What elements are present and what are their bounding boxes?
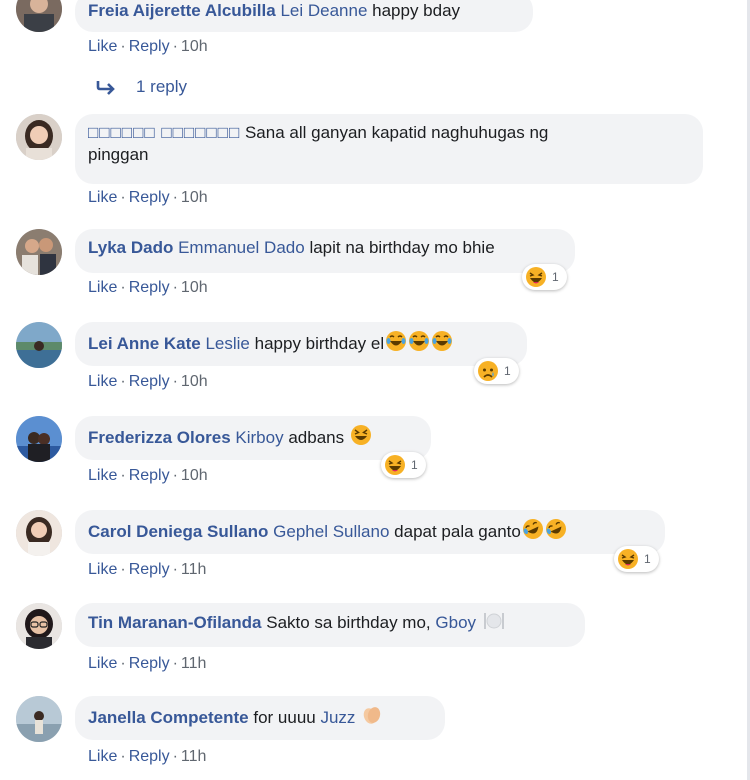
timestamp[interactable]: 10h [181, 279, 208, 297]
like-link[interactable]: Like [88, 38, 117, 56]
comment-bubble: □□□□□□ □□□□□□□ Sana all ganyan kapatid n… [75, 114, 703, 184]
timestamp[interactable]: 10h [181, 467, 208, 485]
comment-actions: Like · Reply · 10h [88, 373, 208, 391]
comment-actions: Like · Reply · 10h [88, 189, 208, 207]
comment-author[interactable]: Tin Maranan-Ofilanda [88, 613, 262, 632]
like-link[interactable]: Like [88, 748, 117, 766]
avatar[interactable] [16, 416, 62, 462]
comment-bubble: Lei Anne Kate Leslie happy birthday el [75, 322, 527, 366]
reply-link[interactable]: Reply [129, 655, 170, 673]
comment-text: happy bday [372, 1, 461, 20]
rofl-emoji [522, 519, 543, 539]
haha-icon [526, 267, 546, 287]
comment-mention[interactable]: Leslie [205, 334, 249, 353]
haha-icon [385, 455, 405, 475]
comment-actions: Like · Reply · 10h [88, 279, 208, 297]
timestamp[interactable]: 10h [181, 373, 208, 391]
squint-laugh-emoji [350, 425, 371, 445]
reaction-summary[interactable]: 1 [381, 452, 426, 478]
haha-icon [618, 549, 638, 569]
comment-bubble: Frederizza Olores Kirboy adbans [75, 416, 431, 460]
sad-icon [478, 361, 498, 381]
reply-link[interactable]: Reply [129, 561, 170, 579]
like-link[interactable]: Like [88, 655, 117, 673]
avatar[interactable] [16, 510, 62, 556]
joy-emoji [409, 331, 430, 351]
reply-link[interactable]: Reply [129, 748, 170, 766]
comment-actions: Like · Reply · 11h [88, 561, 207, 579]
reaction-count: 1 [552, 270, 559, 284]
avatar[interactable] [16, 603, 62, 649]
reaction-count: 1 [644, 552, 651, 566]
reply-link[interactable]: Reply [129, 467, 170, 485]
comment-text: adbans [288, 428, 345, 447]
rofl-emoji [545, 519, 566, 539]
comment-bubble: Lyka Dado Emmanuel Dado lapit na birthda… [75, 229, 575, 273]
reply-link[interactable]: Reply [129, 279, 170, 297]
clapping-hands-emoji [363, 707, 381, 724]
reaction-summary[interactable]: 1 [614, 546, 659, 572]
comment-text: for uuuu [253, 708, 316, 727]
comment-mention[interactable]: Gboy [435, 613, 476, 632]
avatar[interactable] [16, 696, 62, 742]
comment-actions: Like · Reply · 11h [88, 748, 207, 766]
reply-link[interactable]: Reply [129, 189, 170, 207]
timestamp[interactable]: 11h [181, 561, 207, 579]
comment-text: Sana all ganyan kapatid naghuhugas ng [244, 123, 549, 142]
comment-mention[interactable]: Juzz [320, 708, 355, 727]
like-link[interactable]: Like [88, 373, 117, 391]
comment-mention[interactable]: Kirboy [235, 428, 283, 447]
joy-emoji [432, 331, 453, 351]
timestamp[interactable]: 10h [181, 189, 208, 207]
reaction-count: 1 [504, 364, 511, 378]
like-link[interactable]: Like [88, 189, 117, 207]
comment-author[interactable]: Carol Deniega Sullano [88, 522, 268, 541]
comment-mention[interactable]: Emmanuel Dado [178, 238, 305, 257]
timestamp[interactable]: 10h [181, 38, 208, 56]
comment-bubble: Freia Aijerette Alcubilla Lei Deanne hap… [75, 0, 533, 32]
comment-author[interactable]: Lei Anne Kate [88, 334, 201, 353]
like-link[interactable]: Like [88, 279, 117, 297]
view-replies-link[interactable]: 1 reply [96, 77, 187, 97]
comment-text-continued: pinggan [88, 145, 149, 164]
joy-emoji [386, 331, 407, 351]
comment-mention[interactable]: Lei Deanne [280, 1, 367, 20]
comment-bubble: Tin Maranan-Ofilanda Sakto sa birthday m… [75, 603, 585, 647]
comment-actions: Like · Reply · 10h [88, 467, 208, 485]
reaction-summary[interactable]: 1 [522, 264, 567, 290]
reaction-count: 1 [411, 458, 418, 472]
replies-count: 1 reply [136, 77, 188, 96]
comment-text: Sakto sa birthday mo, [266, 613, 431, 632]
comment-bubble: Janella Competente for uuuu Juzz [75, 696, 445, 740]
comment-actions: Like · Reply · 10h [88, 38, 208, 56]
avatar[interactable] [16, 322, 62, 368]
comment-text: happy birthday el [254, 334, 385, 353]
reaction-summary[interactable]: 1 [474, 358, 519, 384]
reply-link[interactable]: Reply [129, 38, 170, 56]
timestamp[interactable]: 11h [181, 655, 207, 673]
reply-link[interactable]: Reply [129, 373, 170, 391]
timestamp[interactable]: 11h [181, 748, 207, 766]
comment-actions: Like · Reply · 11h [88, 655, 207, 673]
comment-author[interactable]: Freia Aijerette Alcubilla [88, 1, 276, 20]
comment-mention[interactable]: Gephel Sullano [273, 522, 389, 541]
avatar[interactable] [16, 0, 62, 32]
comment-bubble: Carol Deniega Sullano Gephel Sullano dap… [75, 510, 665, 554]
comment-author[interactable]: □□□□□□ □□□□□□□ [88, 123, 240, 142]
comment-author[interactable]: Lyka Dado [88, 238, 173, 257]
reply-arrow-icon [96, 81, 115, 95]
comment-author[interactable]: Frederizza Olores [88, 428, 231, 447]
comment-text: dapat pala ganto [394, 522, 521, 541]
fork-knife-plate-emoji [483, 613, 504, 629]
comment-text: lapit na birthday mo bhie [309, 238, 495, 257]
avatar[interactable] [16, 229, 62, 275]
like-link[interactable]: Like [88, 561, 117, 579]
comment-author[interactable]: Janella Competente [88, 708, 249, 727]
like-link[interactable]: Like [88, 467, 117, 485]
avatar[interactable] [16, 114, 62, 160]
